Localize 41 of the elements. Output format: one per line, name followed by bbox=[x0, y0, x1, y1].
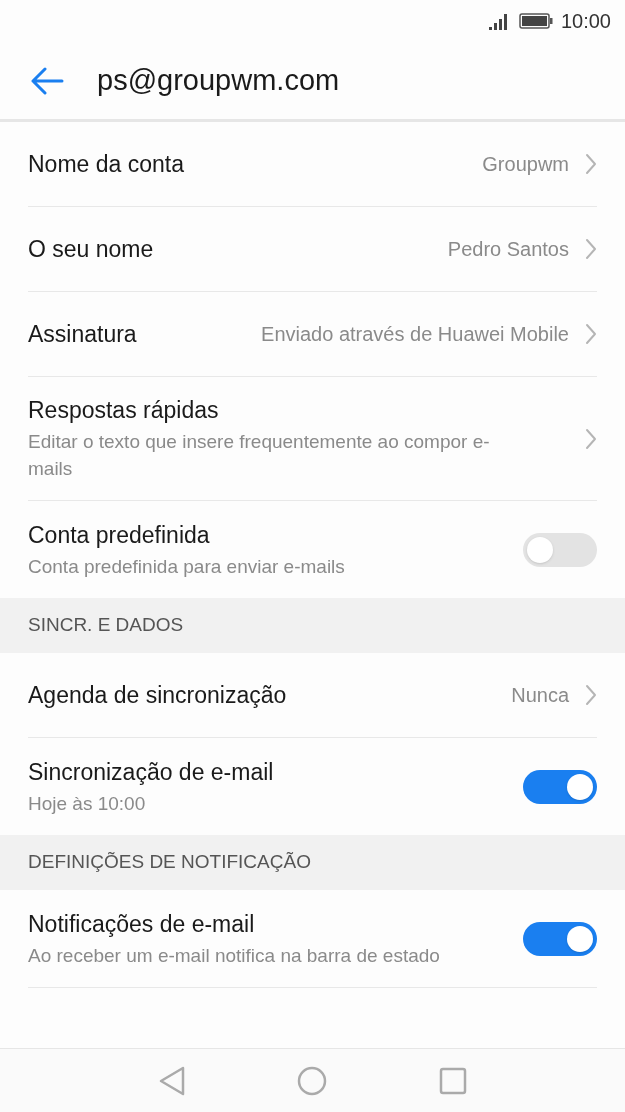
chevron-icon bbox=[585, 684, 597, 706]
setting-value: Pedro Santos bbox=[447, 237, 569, 262]
setting-description: Ao receber um e-mail notifica na barra de estado bbox=[28, 943, 441, 968]
setting-description: Conta predefinida para enviar e-mails bbox=[28, 554, 346, 579]
home-nav-icon[interactable] bbox=[296, 1065, 327, 1096]
settings-row[interactable]: O seu nome Pedro Santos bbox=[28, 207, 597, 292]
header-title: ps@groupwm.com bbox=[97, 62, 340, 98]
setting-value: Nunca bbox=[511, 683, 569, 708]
back-arrow-icon bbox=[30, 66, 64, 95]
battery-icon bbox=[518, 13, 553, 29]
clock-time: 10:00 bbox=[560, 9, 611, 34]
settings-row[interactable]: Notificações de e-mail Ao receber um e-mail notifica na barra de estado bbox=[28, 890, 597, 987]
section-heading: SINCR. E DADOS bbox=[28, 613, 184, 638]
chevron-icon bbox=[585, 323, 597, 345]
settings-row[interactable]: Respostas rápidas Editar o texto que insere frequentemente ao compor e-mails bbox=[28, 377, 597, 501]
setting-title: Notificações de e-mail bbox=[28, 909, 256, 939]
toggle-switch[interactable] bbox=[523, 769, 597, 804]
setting-title: O seu nome bbox=[28, 235, 155, 264]
setting-title: Sincronização de e-mail bbox=[28, 757, 275, 787]
settings-row[interactable]: Nome da conta Groupwm bbox=[28, 122, 597, 207]
section-heading: DEFINIÇÕES DE NOTIFICAÇÃO bbox=[28, 850, 311, 875]
setting-title: Nome da conta bbox=[28, 150, 185, 179]
setting-title: Agenda de sincronização bbox=[28, 681, 288, 710]
settings-row[interactable]: Sincronização de e-mail Hoje às 10:00 bbox=[28, 738, 597, 835]
settings-row[interactable]: Assinatura Enviado através de Huawei Mobile bbox=[28, 292, 597, 377]
chevron-icon bbox=[585, 153, 597, 175]
chevron-icon bbox=[585, 427, 597, 450]
setting-description: Editar o texto que insere frequentemente ao compor e-mails bbox=[28, 430, 491, 481]
recents-nav-icon[interactable] bbox=[438, 1066, 467, 1095]
setting-value: Enviado através de Huawei Mobile bbox=[261, 322, 569, 347]
setting-title: Assinatura bbox=[28, 320, 138, 349]
settings-row[interactable]: Conta predefinida Conta predefinida para enviar e-mails bbox=[28, 501, 597, 598]
settings-row[interactable]: Agenda de sincronização Nunca bbox=[28, 653, 597, 738]
back-nav-icon[interactable] bbox=[158, 1065, 185, 1096]
chevron-icon bbox=[585, 238, 597, 260]
setting-value: Groupwm bbox=[482, 152, 569, 177]
setting-title: Conta predefinida bbox=[28, 520, 211, 550]
toggle-switch[interactable] bbox=[523, 921, 597, 956]
setting-description: Hoje às 10:00 bbox=[28, 791, 147, 816]
setting-title: Respostas rápidas bbox=[28, 396, 220, 425]
toggle-switch[interactable] bbox=[523, 532, 597, 567]
